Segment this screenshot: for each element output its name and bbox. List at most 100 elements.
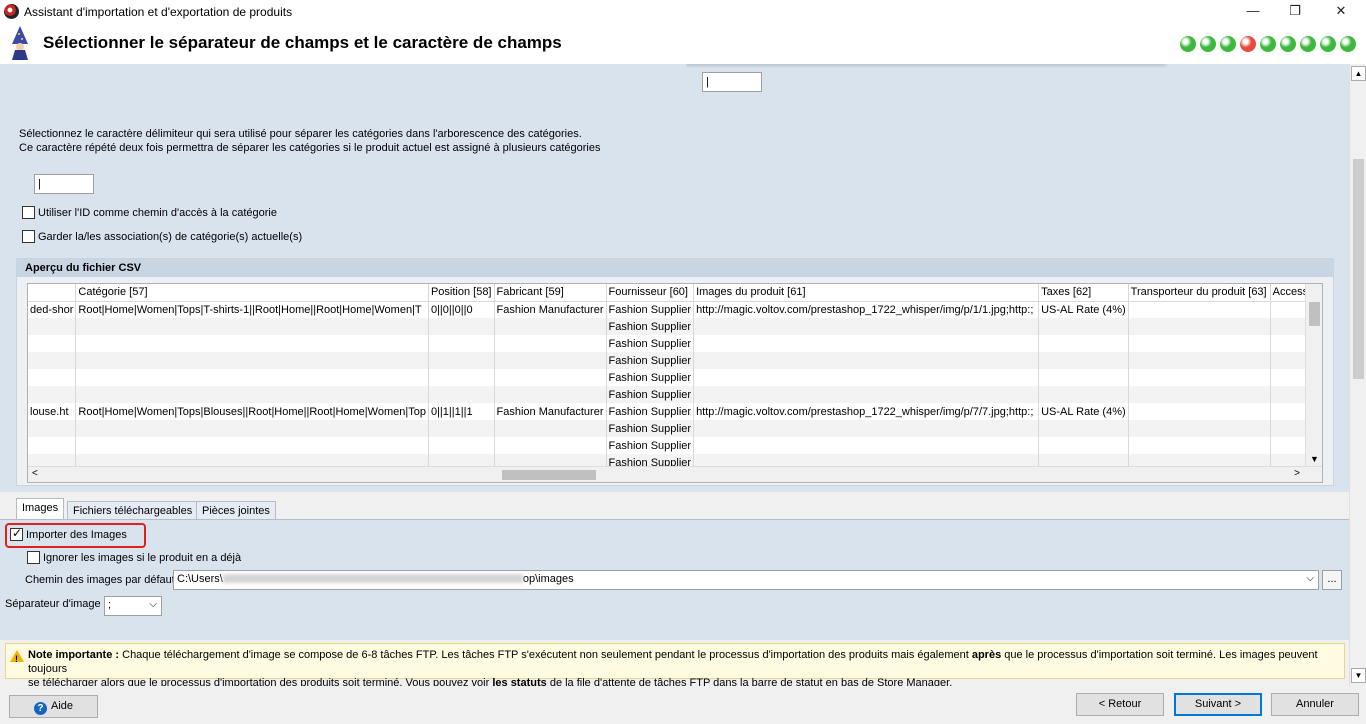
table-cell <box>494 386 607 403</box>
help-button[interactable]: ? Aide <box>9 695 98 718</box>
table-cell: Fashion Supplier <box>606 420 695 437</box>
table-cell: Fashion Supplier <box>606 437 695 454</box>
keep-assoc-checkbox[interactable] <box>22 230 35 243</box>
keep-assoc-label: Garder la/les association(s) de catégori… <box>38 230 303 243</box>
tab-downloadable-files[interactable]: Fichiers téléchargeables <box>67 501 199 520</box>
table-cell: http://magic.voltov.com/prestashop_1722_… <box>693 301 1040 318</box>
table-cell: Fashion Supplier <box>606 301 695 318</box>
table-cell <box>693 335 1040 352</box>
window-titlebar: Assistant d'importation et d'exportation… <box>0 0 1366 24</box>
wizard-icon <box>12 26 28 60</box>
grid-horizontal-scrollbar[interactable]: < > <box>28 466 1322 482</box>
table-cell: US-AL Rate (4%) <box>1038 403 1129 420</box>
close-button[interactable]: ✕ <box>1318 0 1364 24</box>
table-row[interactable]: Fashion Supplier <box>28 352 1322 369</box>
step-dot <box>1320 36 1336 52</box>
column-header[interactable]: Images du produit [61] <box>693 284 1040 302</box>
table-cell <box>494 318 607 335</box>
back-button[interactable]: < Retour <box>1076 693 1164 716</box>
app-icon <box>4 4 19 19</box>
table-cell <box>75 352 429 369</box>
grid-hscroll-thumb[interactable] <box>502 470 596 480</box>
cancel-button[interactable]: Annuler <box>1271 693 1359 716</box>
restore-button[interactable]: ❐ <box>1272 0 1318 24</box>
table-row[interactable]: ded-shor Root|Home|Women|Tops|T-shirts-1|… <box>28 301 1322 318</box>
table-row[interactable]: Fashion Supplier <box>28 318 1322 335</box>
category-delimiter-input[interactable] <box>34 174 94 194</box>
csv-table: Catégorie [57] Position [58] Fabricant [59… <box>28 284 1322 471</box>
table-cell <box>693 437 1040 454</box>
use-id-checkbox[interactable] <box>22 206 35 219</box>
browse-button[interactable]: ... <box>1322 570 1342 590</box>
table-cell <box>28 369 77 386</box>
table-cell <box>494 352 607 369</box>
table-cell <box>1128 301 1271 318</box>
table-cell: Fashion Supplier <box>606 369 695 386</box>
scroll-down-icon[interactable]: ▼ <box>1351 668 1366 683</box>
column-header[interactable]: Fournisseur [60] <box>606 284 695 302</box>
table-row[interactable]: Fashion Supplier <box>28 386 1322 403</box>
table-cell <box>28 437 77 454</box>
wizard-footer: ? Aide < Retour Suivant > Annuler <box>0 686 1366 724</box>
import-images-row[interactable]: Importer des Images <box>10 526 127 541</box>
grid-vscroll-thumb[interactable] <box>1309 302 1320 326</box>
table-cell <box>1128 318 1271 335</box>
skip-images-checkbox[interactable] <box>27 551 40 564</box>
window-title: Assistant d'importation et d'exportation… <box>24 5 293 19</box>
column-header[interactable] <box>28 284 77 302</box>
table-cell: Fashion Supplier <box>606 335 695 352</box>
image-separator-value: ; <box>108 599 112 611</box>
use-id-checkbox-row[interactable]: Utiliser l'ID comme chemin d'accès à la … <box>22 206 277 219</box>
description-line-1: Sélectionnez le caractère délimiteur qui… <box>19 128 582 140</box>
column-header[interactable]: Position [58] <box>428 284 495 302</box>
table-row[interactable]: Fashion Supplier <box>28 369 1322 386</box>
table-cell <box>428 335 495 352</box>
import-images-label: Importer des Images <box>26 528 127 541</box>
keep-assoc-checkbox-row[interactable]: Garder la/les association(s) de catégori… <box>22 230 302 243</box>
table-cell: Fashion Manufacturer <box>494 403 607 420</box>
scroll-up-icon[interactable]: ▲ <box>1351 66 1366 81</box>
skip-images-row[interactable]: Ignorer les images si le produit en a dé… <box>27 551 241 564</box>
table-cell <box>428 318 495 335</box>
tab-images[interactable]: Images <box>16 498 65 520</box>
table-cell <box>75 318 429 335</box>
grid-scroll-down-icon[interactable]: ▼ <box>1310 454 1319 464</box>
main-vscroll-thumb[interactable] <box>1353 159 1364 379</box>
table-cell <box>28 420 77 437</box>
table-row[interactable]: Fashion Supplier <box>28 335 1322 352</box>
next-button[interactable]: Suivant > <box>1174 693 1262 716</box>
settings-panel: Sélectionnez le caractère délimiteur qui… <box>0 64 1349 492</box>
table-row[interactable]: Fashion Supplier <box>28 437 1322 454</box>
column-header[interactable]: Transporteur du produit [63] <box>1128 284 1271 302</box>
csv-preview-grid[interactable]: Catégorie [57] Position [58] Fabricant [59… <box>27 283 1323 483</box>
table-cell: Fashion Supplier <box>606 386 695 403</box>
main-vertical-scrollbar[interactable]: ▲ ▼ <box>1349 64 1366 686</box>
table-cell <box>1038 369 1129 386</box>
minimize-button[interactable]: — <box>1230 0 1276 24</box>
tab-attachments[interactable]: Pièces jointes <box>196 501 276 520</box>
column-header[interactable]: Catégorie [57] <box>75 284 429 302</box>
import-images-checkbox[interactable] <box>10 526 23 541</box>
image-separator-select[interactable]: ; ⌵ <box>104 596 162 616</box>
table-cell <box>494 420 607 437</box>
table-cell: Fashion Supplier <box>606 403 695 420</box>
table-cell <box>693 420 1040 437</box>
table-cell: Root|Home|Women|Tops|T-shirts-1||Root|Ho… <box>75 301 429 318</box>
wizard-header: Sélectionner le séparateur de champs et … <box>0 24 1366 64</box>
table-cell <box>1128 437 1271 454</box>
image-path-select[interactable]: C:\Users\ op\images ⌵ <box>173 570 1319 590</box>
table-row[interactable]: Fashion Supplier <box>28 420 1322 437</box>
scroll-right-icon[interactable]: > <box>1294 468 1300 479</box>
field-input[interactable] <box>702 72 762 92</box>
chevron-down-icon: ⌵ <box>1306 573 1314 584</box>
grid-vertical-scrollbar[interactable]: ▼ <box>1305 284 1322 466</box>
column-header[interactable]: Fabricant [59] <box>494 284 607 302</box>
table-cell <box>693 386 1040 403</box>
step-dot <box>1180 36 1196 52</box>
scroll-left-icon[interactable]: < <box>32 468 38 479</box>
table-row[interactable]: louse.ht Root|Home|Women|Tops|Blouses||Ro… <box>28 403 1322 420</box>
redacted-path <box>222 574 523 583</box>
table-cell <box>1038 437 1129 454</box>
column-header[interactable]: Taxes [62] <box>1038 284 1129 302</box>
step-dot <box>1200 36 1216 52</box>
